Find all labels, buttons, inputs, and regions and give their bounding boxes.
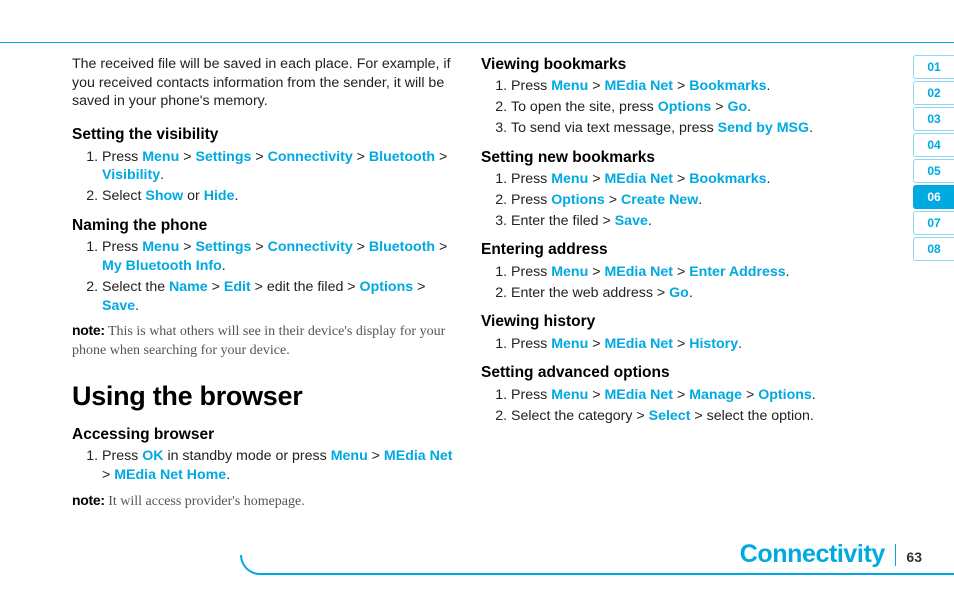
- steps-entering-address: Press Menu > MEdia Net > Enter Address. …: [481, 263, 862, 302]
- footer-line: [260, 573, 954, 575]
- nav-tab-08[interactable]: 08: [913, 237, 954, 261]
- note-accessing: note: It will access provider's homepage…: [72, 491, 453, 512]
- step: Enter the web address > Go.: [511, 284, 862, 303]
- step: To open the site, press Options > Go.: [511, 98, 862, 117]
- step: Press Menu > Settings > Connectivity > B…: [102, 148, 453, 185]
- heading-advanced-options: Setting advanced options: [481, 363, 862, 383]
- steps-visibility: Press Menu > Settings > Connectivity > B…: [72, 148, 453, 206]
- footer: Connectivity 63: [0, 541, 954, 575]
- step: Select Show or Hide.: [102, 187, 453, 206]
- page-number: 63: [906, 549, 922, 565]
- steps-advanced-options: Press Menu > MEdia Net > Manage > Option…: [481, 386, 862, 425]
- footer-divider: [895, 544, 897, 566]
- right-column: Viewing bookmarks Press Menu > MEdia Net…: [481, 55, 862, 519]
- nav-tab-05[interactable]: 05: [913, 159, 954, 183]
- step: To send via text message, press Send by …: [511, 119, 862, 138]
- left-column: The received file will be saved in each …: [72, 55, 453, 519]
- footer-curve: [240, 555, 272, 575]
- heading-visibility: Setting the visibility: [72, 125, 453, 145]
- step: Select the category > Select > select th…: [511, 407, 862, 426]
- heading-viewing-history: Viewing history: [481, 312, 862, 332]
- heading-entering-address: Entering address: [481, 240, 862, 260]
- steps-accessing: Press OK in standby mode or press Menu >…: [72, 447, 453, 484]
- footer-category: Connectivity: [740, 540, 885, 569]
- top-rule: [0, 42, 954, 43]
- step: Enter the filed > Save.: [511, 212, 862, 231]
- nav-tab-06[interactable]: 06: [913, 185, 954, 209]
- step: Press Menu > MEdia Net > Bookmarks.: [511, 170, 862, 189]
- nav-tab-07[interactable]: 07: [913, 211, 954, 235]
- step: Press Menu > MEdia Net > Manage > Option…: [511, 386, 862, 405]
- step: Press Menu > MEdia Net > Enter Address.: [511, 263, 862, 282]
- steps-naming: Press Menu > Settings > Connectivity > B…: [72, 238, 453, 315]
- steps-view-bookmarks: Press Menu > MEdia Net > Bookmarks. To o…: [481, 77, 862, 137]
- steps-viewing-history: Press Menu > MEdia Net > History.: [481, 335, 862, 354]
- nav-tab-02[interactable]: 02: [913, 81, 954, 105]
- step: Press OK in standby mode or press Menu >…: [102, 447, 453, 484]
- nav-tab-03[interactable]: 03: [913, 107, 954, 131]
- nav-tab-04[interactable]: 04: [913, 133, 954, 157]
- step: Press Options > Create New.: [511, 191, 862, 210]
- intro-text: The received file will be saved in each …: [72, 55, 453, 111]
- step: Press Menu > MEdia Net > History.: [511, 335, 862, 354]
- heading-set-bookmarks: Setting new bookmarks: [481, 148, 862, 168]
- footer-label: Connectivity 63: [740, 540, 922, 569]
- step: Press Menu > Settings > Connectivity > B…: [102, 238, 453, 275]
- steps-set-bookmarks: Press Menu > MEdia Net > Bookmarks. Pres…: [481, 170, 862, 230]
- heading-accessing: Accessing browser: [72, 425, 453, 445]
- section-title-browser: Using the browser: [72, 379, 453, 415]
- note-naming: note: This is what others will see in th…: [72, 321, 453, 361]
- chapter-nav: 01 02 03 04 05 06 07 08: [913, 55, 954, 261]
- nav-tab-01[interactable]: 01: [913, 55, 954, 79]
- content-area: The received file will be saved in each …: [72, 55, 862, 519]
- heading-view-bookmarks: Viewing bookmarks: [481, 55, 862, 75]
- step: Press Menu > MEdia Net > Bookmarks.: [511, 77, 862, 96]
- heading-naming: Naming the phone: [72, 216, 453, 236]
- step: Select the Name > Edit > edit the filed …: [102, 278, 453, 315]
